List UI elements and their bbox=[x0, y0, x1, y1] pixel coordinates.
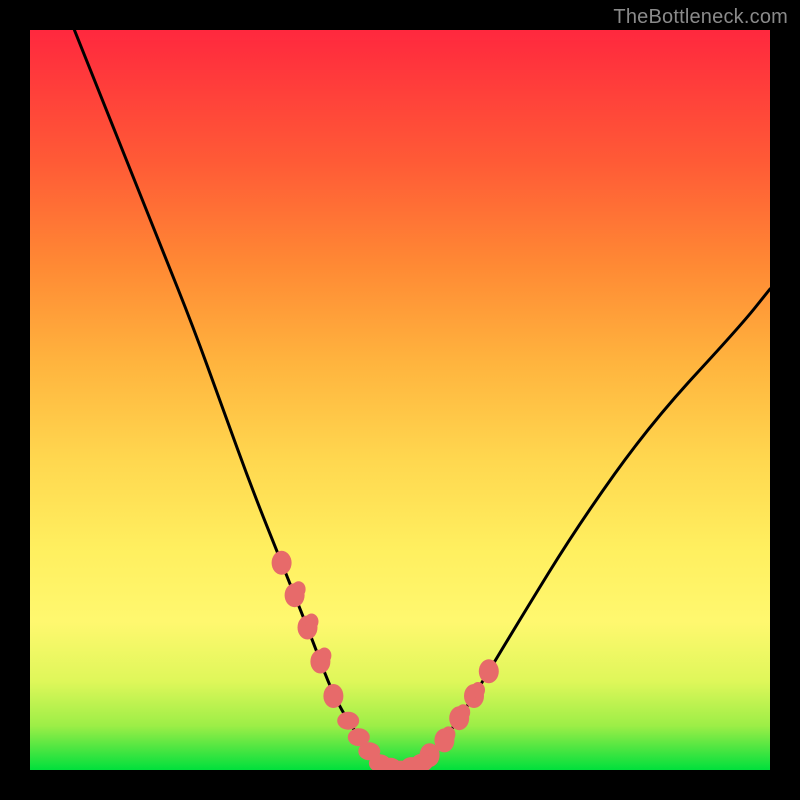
plot-area bbox=[30, 30, 770, 770]
marker-blob bbox=[471, 682, 485, 698]
chart-svg bbox=[30, 30, 770, 770]
watermark-text: TheBottleneck.com bbox=[613, 6, 788, 29]
marker-blob bbox=[323, 684, 343, 708]
marker-blob bbox=[272, 551, 292, 575]
marker-blob bbox=[317, 648, 331, 664]
marker-blob bbox=[479, 659, 499, 683]
chart-frame: TheBottleneck.com bbox=[0, 0, 800, 800]
marker-blob bbox=[292, 581, 306, 597]
marker-blob bbox=[456, 704, 470, 720]
data-markers bbox=[272, 551, 499, 770]
marker-blob bbox=[441, 726, 455, 742]
bottleneck-curve bbox=[74, 30, 770, 768]
marker-blob bbox=[337, 712, 359, 730]
marker-blob bbox=[305, 614, 319, 630]
